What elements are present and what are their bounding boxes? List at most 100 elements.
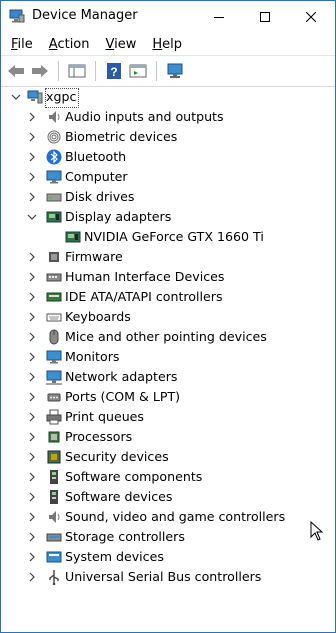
expand-toggle[interactable] (27, 152, 37, 162)
properties-button[interactable] (127, 60, 149, 82)
expand-toggle[interactable] (27, 292, 37, 302)
tree-root-xgpc[interactable]: xgpc (1, 87, 335, 108)
tree-category-monitors[interactable]: Monitors (1, 347, 335, 367)
expand-toggle[interactable] (27, 312, 37, 322)
tree-item-label: Software devices (65, 489, 173, 504)
expand-chevron-icon (29, 252, 35, 262)
expand-chevron-icon (29, 192, 35, 202)
expand-toggle[interactable] (27, 572, 37, 582)
tree-category-software-components[interactable]: Software components (1, 467, 335, 487)
expand-chevron-icon (29, 512, 35, 522)
expand-toggle[interactable] (27, 372, 37, 382)
toolbar-separator (156, 61, 157, 81)
title-bar[interactable]: Device Manager (1, 1, 335, 32)
tree-category-keyboards[interactable]: Keyboards (1, 307, 335, 327)
tree-category-bluetooth[interactable]: Bluetooth (1, 147, 335, 167)
speaker-icon (46, 509, 62, 525)
display-adapter-icon (65, 229, 81, 245)
menu-bar: File Action View Help (1, 32, 335, 55)
tree-category-disk-drives[interactable]: Disk drives (1, 187, 335, 207)
expand-chevron-icon (29, 492, 35, 502)
expand-toggle[interactable] (27, 272, 37, 282)
help-button[interactable]: ? (103, 60, 125, 82)
tree-category-mice-and-other-pointing-devices[interactable]: Mice and other pointing devices (1, 327, 335, 347)
expand-toggle[interactable] (27, 552, 37, 562)
expand-toggle[interactable] (27, 252, 37, 262)
tree-item-label: NVIDIA GeForce GTX 1660 Ti (84, 229, 264, 244)
expand-chevron-icon (29, 272, 35, 282)
expand-toggle[interactable] (27, 332, 37, 342)
expand-toggle[interactable] (27, 432, 37, 442)
device-tree: xgpc Audio inputs and outputs Biometric de… (1, 87, 335, 632)
expand-chevron-icon (29, 472, 35, 482)
expand-toggle[interactable] (27, 392, 37, 402)
expand-chevron-icon (29, 332, 35, 342)
tree-category-security-devices[interactable]: Security devices (1, 447, 335, 467)
expand-chevron-icon (29, 352, 35, 362)
tree-device-item[interactable]: NVIDIA GeForce GTX 1660 Ti (1, 227, 335, 247)
toolbar-separator (58, 61, 59, 81)
fingerprint-icon (46, 129, 62, 145)
firmware-icon (46, 249, 62, 265)
expand-chevron-icon (29, 452, 35, 462)
bluetooth-icon (46, 149, 62, 165)
close-button[interactable] (288, 1, 334, 32)
mouse-cursor-icon (310, 521, 324, 541)
expand-toggle[interactable] (27, 412, 37, 422)
tree-item-label: Bluetooth (65, 149, 127, 164)
maximize-button[interactable] (242, 1, 288, 32)
tree-category-universal-serial-bus-controllers[interactable]: Universal Serial Bus controllers (1, 567, 335, 587)
expand-toggle[interactable] (27, 472, 37, 482)
minimize-button[interactable] (196, 1, 242, 32)
back-button[interactable] (5, 60, 27, 82)
tree-category-ide-ata-atapi-controllers[interactable]: IDE ATA/ATAPI controllers (1, 287, 335, 307)
tree-category-computer[interactable]: Computer (1, 167, 335, 187)
expand-toggle[interactable] (27, 192, 37, 202)
collapse-chevron-icon (27, 214, 37, 220)
scan-hardware-button[interactable] (164, 60, 186, 82)
computer-root-icon (27, 89, 43, 105)
tree-category-network-adapters[interactable]: Network adapters (1, 367, 335, 387)
expand-toggle[interactable] (27, 512, 37, 522)
expand-toggle[interactable] (27, 492, 37, 502)
software-device-icon (46, 489, 62, 505)
software-component-icon (46, 469, 62, 485)
show-hide-console-tree-button[interactable] (66, 60, 88, 82)
tree-category-storage-controllers[interactable]: Storage controllers (1, 527, 335, 547)
properties-icon (129, 64, 147, 78)
tree-category-sound-video-and-game-controllers[interactable]: Sound, video and game controllers (1, 507, 335, 527)
device-manager-app-icon (9, 9, 25, 23)
expand-toggle[interactable] (27, 112, 37, 122)
expand-toggle[interactable] (27, 172, 37, 182)
tree-category-print-queues[interactable]: Print queues (1, 407, 335, 427)
system-device-icon (46, 549, 62, 565)
menu-help[interactable]: Help (144, 35, 190, 52)
tree-category-biometric-devices[interactable]: Biometric devices (1, 127, 335, 147)
port-icon (46, 389, 62, 405)
tree-category-display-adapters[interactable]: Display adapters (1, 207, 335, 227)
collapse-toggle[interactable] (27, 212, 37, 222)
menu-view[interactable]: View (98, 35, 145, 52)
tree-category-human-interface-devices[interactable]: Human Interface Devices (1, 267, 335, 287)
tree-category-ports-com-lpt[interactable]: Ports (COM & LPT) (1, 387, 335, 407)
tree-category-system-devices[interactable]: System devices (1, 547, 335, 567)
forward-button[interactable] (29, 60, 51, 82)
tree-item-label: Print queues (65, 409, 144, 424)
menu-action[interactable]: Action (41, 35, 98, 52)
expand-chevron-icon (29, 532, 35, 542)
expand-toggle[interactable] (27, 532, 37, 542)
tree-category-software-devices[interactable]: Software devices (1, 487, 335, 507)
tree-category-audio-inputs-and-outputs[interactable]: Audio inputs and outputs (1, 107, 335, 127)
tree-category-processors[interactable]: Processors (1, 427, 335, 447)
display-adapter-icon (46, 209, 62, 225)
collapse-toggle[interactable] (11, 92, 21, 102)
expand-chevron-icon (29, 132, 35, 142)
tree-category-firmware[interactable]: Firmware (1, 247, 335, 267)
expand-chevron-icon (29, 112, 35, 122)
tree-item-label: Ports (COM & LPT) (65, 389, 181, 404)
expand-toggle[interactable] (27, 352, 37, 362)
expand-toggle[interactable] (27, 452, 37, 462)
tree-item-label: Display adapters (65, 209, 172, 224)
expand-toggle[interactable] (27, 132, 37, 142)
menu-file[interactable]: File (3, 35, 41, 52)
